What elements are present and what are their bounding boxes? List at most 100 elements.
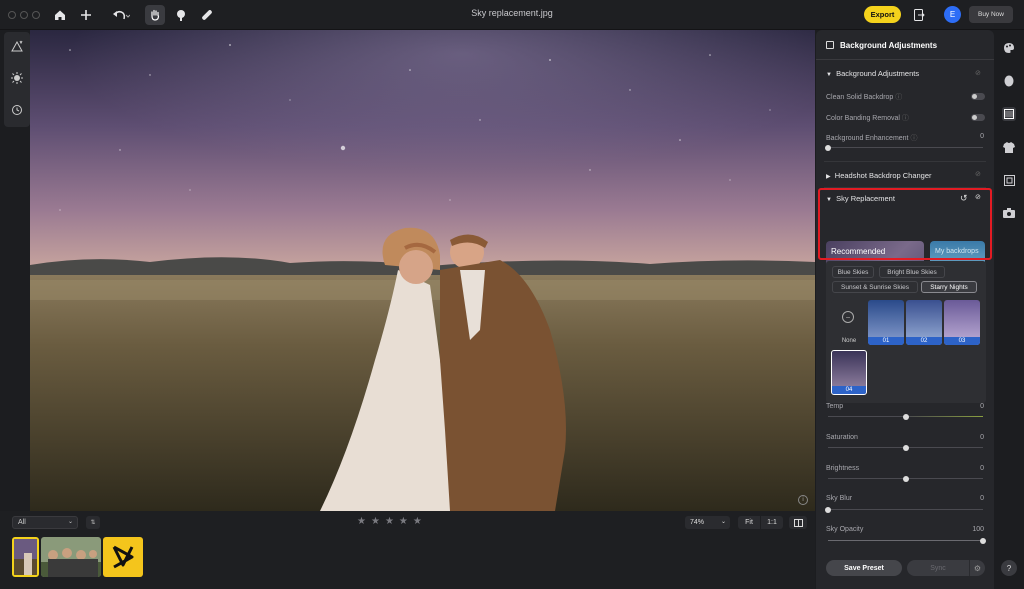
rating-stars[interactable]: ★ ★ ★ ★ ★ [357,516,422,527]
share-icon[interactable] [912,6,926,24]
chevron-down-icon: ⌄ [67,519,73,525]
clean-backdrop-label: Clean Solid Backdrop ⓘ [826,94,903,101]
one-to-one-button[interactable]: 1:1 [761,516,783,529]
tag-bright-blue-skies[interactable]: Bright Blue Skies [879,266,945,278]
color-banding-label: Color Banding Removal ⓘ [826,115,909,122]
headshot-section-header[interactable]: ▶ Headshot Backdrop Changer [826,171,932,180]
auto-adjust-icon[interactable] [9,38,25,54]
slider-knob[interactable] [902,444,909,451]
sort-icon[interactable]: ⇅ [86,516,100,529]
photo-canvas[interactable] [30,30,815,511]
sky-thumb-label: 02 [906,337,942,345]
slider-knob[interactable] [825,506,831,513]
slider-knob[interactable] [825,144,831,151]
save-preset-button[interactable]: Save Preset [826,560,902,576]
temp-slider[interactable] [828,413,983,420]
thumbnail-group-photo[interactable] [41,537,101,577]
section-title: Headshot Backdrop Changer [834,171,932,180]
saturation-value: 0 [980,434,984,441]
sync-button[interactable]: Sync [907,560,969,576]
help-button[interactable]: ? [1001,560,1017,576]
buy-now-button[interactable]: Buy Now [969,6,1013,23]
chevron-down-icon: ⌄ [720,519,726,525]
adjustments-panel: Background Adjustments ▼ Background Adju… [816,30,994,589]
crop-icon[interactable] [1002,173,1016,187]
brightness-slider[interactable] [828,475,983,482]
background-panel-icon [826,41,834,49]
right-module-rail [994,30,1024,589]
temp-label: Temp [826,403,844,410]
star-icon[interactable]: ★ [413,516,422,527]
brightness-value: 0 [980,465,984,472]
clean-backdrop-toggle[interactable] [971,93,985,100]
zoom-dropdown[interactable]: 74% ⌄ [685,516,730,529]
color-banding-toggle[interactable] [971,114,985,121]
section-disable-icon[interactable]: ⊘ [975,69,984,78]
top-toolbar: Sky replacement.jpg Export E Buy Now [0,0,1024,30]
tag-blue-skies[interactable]: Blue Skies [832,266,874,278]
history-icon[interactable] [9,102,25,118]
sky-blur-slider[interactable] [825,506,983,513]
star-icon[interactable]: ★ [399,516,408,527]
bg-enhancement-slider[interactable] [825,144,983,151]
sky-thumb-03[interactable]: 03 [944,300,980,345]
help-icon[interactable]: ⓘ [902,115,909,122]
help-icon[interactable]: ⓘ [895,94,902,101]
slider-knob[interactable] [902,475,909,482]
saturation-label: Saturation [826,434,858,441]
info-icon[interactable]: i [798,495,808,505]
export-button[interactable]: Export [864,6,901,23]
chevron-down-icon: ▼ [826,72,832,78]
compare-icon[interactable] [789,516,807,529]
star-icon[interactable]: ★ [371,516,380,527]
tag-starry-nights[interactable]: Starry Nights [921,281,977,293]
palette-icon[interactable] [1002,41,1016,55]
panel-title: Background Adjustments [840,41,938,50]
retouch-sun-icon[interactable] [9,70,25,86]
slider-knob[interactable] [980,537,986,544]
shirt-icon[interactable] [1002,140,1016,154]
sky-blur-value: 0 [980,495,984,502]
thumbnail-current[interactable] [12,537,39,577]
sky-opacity-slider[interactable] [828,537,986,544]
saturation-slider[interactable] [828,444,983,451]
bg-enhancement-label: Background Enhancement ⓘ [826,135,918,142]
help-icon[interactable]: ⓘ [910,135,917,142]
brightness-label: Brightness [826,465,860,472]
photo-image [30,30,815,511]
zoom-value: 74% [690,519,705,526]
star-icon[interactable]: ★ [385,516,394,527]
bg-enhancement-value: 0 [980,133,984,140]
sky-thumb-02[interactable]: 02 [906,300,942,345]
star-icon[interactable]: ★ [357,516,366,527]
divider [824,161,986,162]
sky-thumb-01[interactable]: 01 [868,300,904,345]
sky-thumb-label: 01 [868,337,904,345]
temp-value: 0 [980,403,984,410]
app-logo-thumbnail[interactable] [103,537,143,577]
avatar[interactable]: E [944,6,961,23]
filter-dropdown[interactable]: All ⌄ [12,516,78,529]
sky-thumb-04-selected[interactable]: 04 [831,350,867,395]
panel-header: Background Adjustments [816,30,994,60]
face-icon[interactable] [1002,74,1016,88]
sky-opacity-value: 100 [972,526,984,533]
section-disable-icon[interactable]: ⊘ [975,170,981,178]
camera-icon[interactable] [1002,206,1016,220]
sync-settings-icon[interactable]: ⚙ [969,560,985,576]
section-title: Background Adjustments [836,69,920,78]
fit-button[interactable]: Fit [738,516,760,529]
slider-knob[interactable] [902,413,909,420]
sky-option-none[interactable]: − None [831,300,867,345]
left-tool-palette [4,32,30,127]
none-icon: − [842,311,854,323]
sky-thumb-label: 03 [944,337,980,345]
chevron-right-icon: ▶ [826,174,831,180]
sky-opacity-label: Sky Opacity [826,526,864,533]
background-module-icon[interactable] [1002,107,1016,121]
filmstrip-bar: All ⌄ ⇅ ★ ★ ★ ★ ★ 74% ⌄ Fit 1:1 [0,511,815,589]
bg-adjustments-section-header[interactable]: ▼ Background Adjustments [826,69,919,78]
tag-sunset-sunrise-skies[interactable]: Sunset & Sunrise Skies [832,281,918,293]
sky-thumb-label: 04 [832,386,866,394]
filter-value: All [18,519,26,526]
